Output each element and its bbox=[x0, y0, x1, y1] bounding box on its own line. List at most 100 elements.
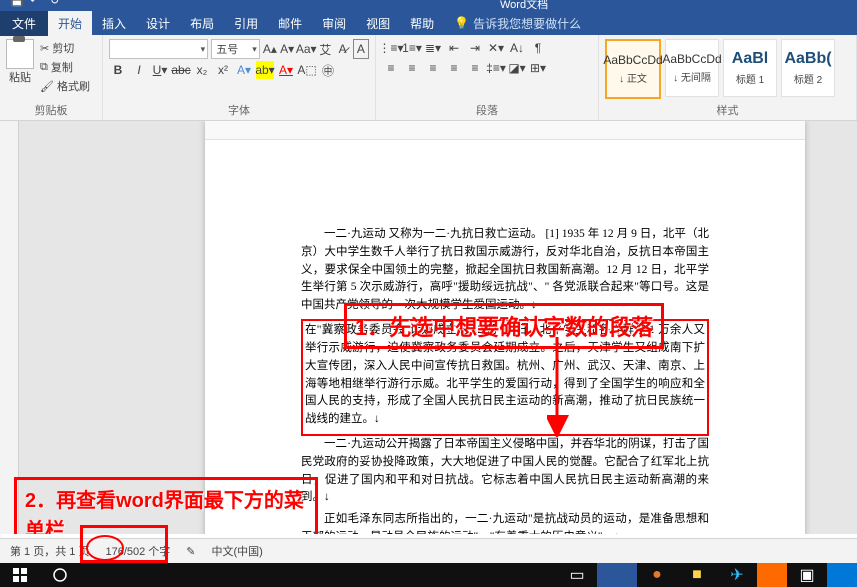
borders-button[interactable]: ⊞▾ bbox=[529, 59, 547, 77]
show-marks-button[interactable]: ¶ bbox=[529, 39, 547, 57]
group-label-paragraph: 段落 bbox=[382, 100, 592, 120]
shading-button[interactable]: ◪▾ bbox=[508, 59, 526, 77]
asian-layout-button[interactable]: ✕▾ bbox=[487, 39, 505, 57]
group-styles: AaBbCcDd ↓ 正文 AaBbCcDd ↓ 无间隔 AaBl 标题 1 A… bbox=[599, 35, 857, 120]
tab-view[interactable]: 视图 bbox=[356, 11, 400, 36]
text-effects-button[interactable]: A▾ bbox=[235, 61, 253, 79]
align-left-button[interactable]: ≡ bbox=[382, 59, 400, 77]
numbering-button[interactable]: 1≡▾ bbox=[403, 39, 421, 57]
arrow1-icon bbox=[547, 337, 577, 437]
taskbar-app-1[interactable] bbox=[597, 563, 637, 587]
group-paragraph: ⋮≡▾ 1≡▾ ≣▾ ⇤ ⇥ ✕▾ A↓ ¶ ≡ ≡ ≡ ≡ ≡ ‡≡▾ ◪▾ … bbox=[376, 35, 599, 120]
italic-button[interactable]: I bbox=[130, 61, 148, 79]
redo-icon[interactable]: ↻ bbox=[50, 0, 64, 8]
tab-layout[interactable]: 布局 bbox=[180, 11, 224, 36]
multilevel-button[interactable]: ≣▾ bbox=[424, 39, 442, 57]
annotation-step1: 1．先选中想要确认字数的段落 bbox=[344, 303, 664, 349]
line-spacing-button[interactable]: ‡≡▾ bbox=[487, 59, 505, 77]
decrease-indent-button[interactable]: ⇤ bbox=[445, 39, 463, 57]
tab-mailings[interactable]: 邮件 bbox=[268, 11, 312, 36]
style-normal[interactable]: AaBbCcDd ↓ 正文 bbox=[605, 39, 661, 99]
taskbar-app-7[interactable] bbox=[827, 563, 857, 587]
tab-insert[interactable]: 插入 bbox=[92, 11, 136, 36]
quick-access-toolbar: 💾 ↶ ↻ bbox=[10, 0, 64, 8]
status-word-count[interactable]: 176/502 个字 bbox=[101, 541, 174, 561]
align-center-button[interactable]: ≡ bbox=[403, 59, 421, 77]
char-shading-button[interactable]: A⬚ bbox=[298, 61, 316, 79]
ruler-margin bbox=[205, 121, 805, 140]
ribbon: 粘贴 ✂剪切 ⧉复制 🖌格式刷 剪贴板 五号 A▴ A▾ Aa▾ 艾 A̷ A bbox=[0, 35, 857, 121]
brush-icon: 🖌 bbox=[40, 80, 54, 93]
tell-me-search[interactable]: 💡 告诉我您想要做什么 bbox=[454, 15, 581, 32]
group-clipboard: 粘贴 ✂剪切 ⧉复制 🖌格式刷 剪贴板 bbox=[0, 35, 103, 120]
shrink-font-button[interactable]: A▾ bbox=[280, 40, 294, 58]
font-name-select[interactable] bbox=[109, 39, 208, 59]
document-title: Word文档 bbox=[500, 0, 548, 12]
tab-review[interactable]: 审阅 bbox=[312, 11, 356, 36]
taskbar-search[interactable] bbox=[80, 563, 557, 587]
paragraph-3[interactable]: 一二·九运动公开揭露了日本帝国主义侵略中国，并吞华北的阴谋，打击了国民党政府的妥… bbox=[301, 436, 709, 507]
start-button[interactable] bbox=[0, 563, 40, 587]
font-color-button[interactable]: A▾ bbox=[277, 61, 295, 79]
font-size-select[interactable]: 五号 bbox=[211, 39, 260, 59]
style-label: 标题 1 bbox=[736, 71, 764, 86]
style-heading2[interactable]: AaBb( 标题 2 bbox=[781, 39, 835, 97]
justify-button[interactable]: ≡ bbox=[445, 59, 463, 77]
copy-icon: ⧉ bbox=[40, 61, 48, 74]
sort-button[interactable]: A↓ bbox=[508, 39, 526, 57]
clear-formatting-button[interactable]: A̷ bbox=[335, 40, 349, 58]
style-preview: AaBbCcDd bbox=[662, 52, 721, 66]
taskbar-app-4[interactable]: ✈ bbox=[717, 563, 757, 587]
style-label: ↓ 无间隔 bbox=[673, 69, 711, 84]
strikethrough-button[interactable]: abc bbox=[172, 61, 190, 79]
grow-font-button[interactable]: A▴ bbox=[263, 40, 277, 58]
bullets-button[interactable]: ⋮≡▾ bbox=[382, 39, 400, 57]
superscript-button[interactable]: x² bbox=[214, 61, 232, 79]
taskview-icon[interactable]: ▭ bbox=[557, 563, 597, 587]
paragraph-1[interactable]: 一二·九运动 又称为一二·九抗日救亡运动。 [1] 1935 年 12 月 9 … bbox=[301, 226, 709, 315]
taskbar-app-5[interactable] bbox=[757, 563, 787, 587]
status-page[interactable]: 第 1 页，共 1 页 bbox=[6, 541, 93, 561]
copy-button[interactable]: ⧉复制 bbox=[40, 58, 90, 76]
paste-button[interactable]: 粘贴 bbox=[6, 37, 34, 95]
vertical-ruler[interactable] bbox=[0, 121, 19, 534]
increase-indent-button[interactable]: ⇥ bbox=[466, 39, 484, 57]
status-spellcheck-icon[interactable]: ✎ bbox=[182, 543, 199, 560]
underline-button[interactable]: U▾ bbox=[151, 61, 169, 79]
group-font: 五号 A▴ A▾ Aa▾ 艾 A̷ A B I U▾ abc x₂ x² A▾ … bbox=[103, 35, 376, 120]
format-painter-label: 格式刷 bbox=[57, 78, 90, 94]
taskbar-app-6[interactable]: ▣ bbox=[787, 563, 827, 587]
tab-file[interactable]: 文件 bbox=[0, 11, 48, 36]
bold-button[interactable]: B bbox=[109, 61, 127, 79]
cut-label: 剪切 bbox=[52, 40, 74, 56]
style-no-spacing[interactable]: AaBbCcDd ↓ 无间隔 bbox=[665, 39, 719, 97]
enclose-char-button[interactable]: ㊥ bbox=[319, 61, 337, 79]
style-preview: AaBl bbox=[732, 50, 768, 68]
char-border-button[interactable]: A bbox=[353, 39, 369, 59]
highlight-button[interactable]: ab▾ bbox=[256, 61, 274, 79]
align-right-button[interactable]: ≡ bbox=[424, 59, 442, 77]
group-label-font: 字体 bbox=[109, 100, 369, 120]
tab-help[interactable]: 帮助 bbox=[400, 11, 444, 36]
phonetic-guide-button[interactable]: 艾 bbox=[318, 40, 332, 58]
subscript-button[interactable]: x₂ bbox=[193, 61, 211, 79]
tab-home[interactable]: 开始 bbox=[48, 11, 92, 36]
style-heading1[interactable]: AaBl 标题 1 bbox=[723, 39, 777, 97]
tab-design[interactable]: 设计 bbox=[136, 11, 180, 36]
cut-button[interactable]: ✂剪切 bbox=[40, 39, 90, 57]
save-icon[interactable]: 💾 bbox=[10, 0, 24, 8]
distribute-button[interactable]: ≡ bbox=[466, 59, 484, 77]
change-case-button[interactable]: Aa▾ bbox=[297, 40, 315, 58]
undo-icon[interactable]: ↶ bbox=[30, 0, 44, 8]
titlebar: 💾 ↶ ↻ Word文档 bbox=[0, 0, 857, 11]
styles-gallery[interactable]: AaBbCcDd ↓ 正文 AaBbCcDd ↓ 无间隔 AaBl 标题 1 A… bbox=[605, 39, 850, 99]
taskbar-app-3[interactable]: ■ bbox=[677, 563, 717, 587]
tab-references[interactable]: 引用 bbox=[224, 11, 268, 36]
paste-label: 粘贴 bbox=[9, 69, 31, 85]
tell-me-label: 告诉我您想要做什么 bbox=[473, 15, 581, 32]
status-language[interactable]: 中文(中国) bbox=[208, 541, 267, 561]
format-painter-button[interactable]: 🖌格式刷 bbox=[40, 77, 90, 95]
cortana-icon[interactable] bbox=[40, 563, 80, 587]
paragraph-4[interactable]: 正如毛泽东同志所指出的，一二·九运动"是抗战动员的运动，是准备思想和干部的运动，… bbox=[301, 511, 709, 534]
taskbar-app-2[interactable]: ● bbox=[637, 563, 677, 587]
